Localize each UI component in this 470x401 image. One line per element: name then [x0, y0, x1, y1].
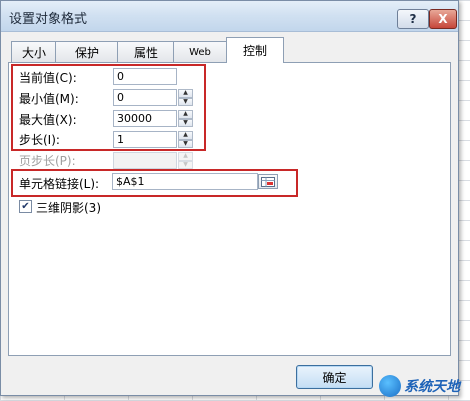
- highlight-box-values: [11, 64, 206, 151]
- help-button[interactable]: ?: [397, 9, 429, 29]
- tab-properties[interactable]: 属性: [117, 41, 175, 62]
- tab-control[interactable]: 控制: [226, 37, 284, 63]
- page-step-input: [113, 152, 177, 169]
- tab-web[interactable]: Web: [173, 41, 227, 62]
- checkmark-icon: ✔: [21, 200, 30, 212]
- watermark-text: 系统天地: [404, 378, 460, 395]
- tab-protection[interactable]: 保护: [55, 41, 119, 62]
- title-bar: 设置对象格式 ? X: [1, 1, 458, 32]
- watermark-logo-icon: [379, 374, 401, 397]
- ok-button[interactable]: 确定: [296, 365, 373, 389]
- page-step-label: 页步长(P):: [19, 154, 76, 168]
- tab-size[interactable]: 大小: [11, 41, 57, 62]
- spin-up-icon: ▲: [178, 152, 193, 161]
- page-step-spinner: ▲ ▼: [178, 152, 193, 169]
- dialog-title: 设置对象格式: [9, 12, 88, 27]
- shading-3d-checkbox[interactable]: ✔: [19, 200, 32, 213]
- close-button[interactable]: X: [429, 9, 457, 29]
- shading-3d-label[interactable]: 三维阴影(3): [36, 199, 101, 216]
- format-object-dialog: 设置对象格式 ? X 大小 保护 属性 Web 控制: [0, 0, 459, 396]
- watermark: 系统天地: [379, 370, 470, 401]
- highlight-box-cell-link: [11, 169, 298, 197]
- spin-down-icon: ▼: [178, 160, 193, 169]
